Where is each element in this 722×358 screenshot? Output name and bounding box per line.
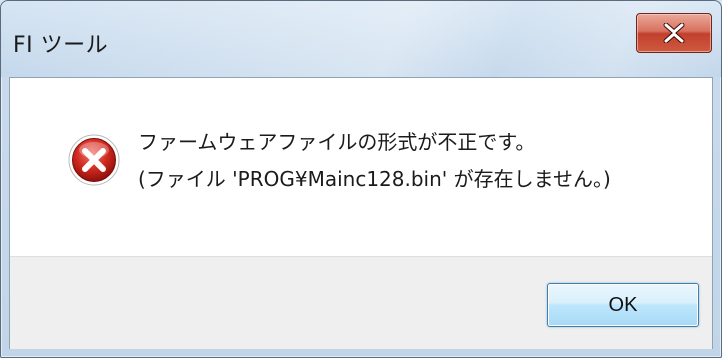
- window-title: FI ツール: [13, 33, 109, 58]
- button-bar: OK: [10, 256, 712, 349]
- ok-button[interactable]: OK: [547, 283, 699, 327]
- close-button[interactable]: [636, 13, 712, 53]
- close-x-icon: [663, 23, 685, 43]
- error-icon: [68, 134, 120, 186]
- dialog-window: FI ツール ファームウェアファイルの形式が不正です。 (ファイル 'PROG¥…: [0, 0, 722, 358]
- error-message-line-2: (ファイル 'PROG¥Mainc128.bin' が存在しません。): [138, 167, 611, 191]
- dialog-body: ファームウェアファイルの形式が不正です。 (ファイル 'PROG¥Mainc12…: [9, 77, 713, 349]
- title-bar[interactable]: FI ツール: [1, 1, 721, 77]
- message-area: ファームウェアファイルの形式が不正です。 (ファイル 'PROG¥Mainc12…: [10, 78, 712, 256]
- error-message-line-1: ファームウェアファイルの形式が不正です。: [138, 130, 536, 154]
